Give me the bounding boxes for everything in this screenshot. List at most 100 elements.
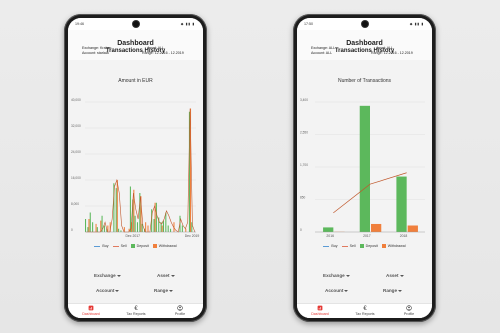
chevron-down-icon [169, 289, 174, 292]
y-tick-label: 8,000 [71, 202, 79, 206]
nav-tax-label: Tax Reports [126, 312, 146, 316]
nav-profile[interactable]: Profile [389, 305, 429, 316]
deposit-bar [396, 176, 407, 232]
header: Dashboard Transactions History [68, 30, 203, 60]
deposit-bar [129, 186, 131, 232]
deposit-bar [323, 227, 334, 232]
deposit-bar [120, 230, 122, 232]
asset-filter-label: Asset [386, 273, 399, 278]
euro-icon: € [363, 306, 367, 311]
chevron-down-icon [116, 274, 121, 277]
legend-item-buy: Buy [323, 244, 338, 248]
legend-item-withdrawal: Withdrawal [152, 244, 177, 249]
legend-swatch [359, 244, 364, 249]
deposit-bar [89, 212, 91, 232]
svg-text:€: € [134, 306, 138, 311]
range-filter[interactable]: Range [154, 288, 174, 293]
asset-filter-label: Asset [157, 273, 170, 278]
deposit-bar [359, 105, 370, 232]
system-nav [68, 317, 203, 318]
asset-filter[interactable]: Asset [386, 273, 404, 278]
deposit-bar [181, 225, 183, 232]
y-tick-label: 850 [300, 196, 306, 200]
chart-legend: Buy Sell Deposit Withdrawal [297, 244, 432, 249]
exchange-filter[interactable]: Exchange [323, 273, 350, 278]
exchange-filter-label: Exchange [94, 273, 116, 278]
profile-icon [177, 305, 183, 311]
chart-legend: Buy Sell Deposit Withdrawal [68, 244, 203, 249]
legend-swatch [341, 245, 348, 247]
header: Dashboard Transactions History [297, 30, 432, 60]
legend-item-deposit: Deposit [359, 244, 378, 249]
exchange-info: Exchange: Kraken [82, 46, 112, 50]
legend-item-deposit: Deposit [130, 244, 149, 249]
range-filter-label: Range [383, 288, 398, 293]
deposit-bar [136, 222, 139, 232]
chevron-down-icon [344, 289, 349, 292]
y-tick-label: 2,550 [300, 131, 308, 135]
account-filter[interactable]: Account [325, 288, 349, 293]
exchange-filter[interactable]: Exchange [94, 273, 121, 278]
legend-label: Deposit [136, 244, 149, 248]
nav-dashboard[interactable]: Dashboard [300, 305, 340, 316]
account-filter[interactable]: Account [96, 288, 120, 293]
nav-tax-reports[interactable]: € Tax Reports [116, 305, 156, 316]
bottom-nav: Dashboard € Tax Reports Profile [68, 303, 203, 318]
account-filter-label: Account [96, 288, 115, 293]
y-tick-label: 32,000 [71, 124, 81, 128]
deposit-bar [115, 188, 117, 232]
nav-tax-reports[interactable]: € Tax Reports [345, 305, 385, 316]
withdrawal-bar [116, 180, 118, 232]
deposit-bar [155, 202, 157, 232]
status-icons: ◆ ▮▮ ▮ [409, 22, 424, 26]
legend-label: Sell [120, 244, 127, 248]
system-nav [297, 317, 432, 318]
nav-profile[interactable]: Profile [160, 305, 200, 316]
withdrawal-bar [95, 223, 97, 232]
y-tick-label: 0 [71, 228, 73, 232]
legend-label: Sell [349, 244, 356, 248]
deposit-bar [85, 219, 87, 232]
asset-filter[interactable]: Asset [157, 273, 175, 278]
dashboard-icon [88, 305, 94, 311]
withdrawal-bar [161, 225, 163, 232]
range-filter[interactable]: Range [383, 288, 403, 293]
legend-label: Buy [331, 244, 338, 248]
deposit-bar [87, 227, 89, 232]
phone-right: 17:50 ◆ ▮▮ ▮ Dashboard Transactions Hist… [293, 14, 436, 322]
screen: 19:46 ◆ ▮▮ ▮ Dashboard Transactions Hist… [68, 18, 203, 318]
deposit-bar [170, 228, 172, 232]
y-tick-label: 16,000 [71, 176, 81, 180]
y-tick-label: 3,400 [300, 98, 308, 102]
legend-swatch [130, 244, 135, 249]
withdrawal-bar [145, 222, 147, 232]
exchange-filter-label: Exchange [323, 273, 345, 278]
deposit-bar [118, 228, 120, 232]
legend-item-withdrawal: Withdrawal [381, 244, 406, 249]
legend-swatch [381, 244, 386, 249]
deposit-bar [96, 227, 98, 232]
chevron-down-icon [345, 274, 350, 277]
nav-profile-label: Profile [403, 312, 415, 316]
bottom-nav: Dashboard € Tax Reports Profile [297, 303, 432, 318]
deposit-bar [103, 225, 105, 232]
legend-label: Withdrawal [158, 244, 177, 248]
asset-info: Asset: ALL [147, 46, 165, 50]
range-filter-label: Range [154, 288, 169, 293]
profile-icon [406, 305, 412, 311]
x-tick-label: 2018 [400, 234, 408, 238]
y-tick-label: 24,000 [71, 150, 81, 154]
account-info: Account: starlala [82, 51, 109, 55]
chevron-down-icon [398, 289, 403, 292]
legend-item-sell: Sell [112, 244, 127, 248]
deposit-bar [153, 219, 155, 232]
legend-label: Withdrawal [387, 244, 406, 248]
status-time: 19:46 [75, 22, 84, 26]
status-icons: ◆ ▮▮ ▮ [180, 22, 195, 26]
account-filter-label: Account [325, 288, 344, 293]
legend-swatch [152, 244, 157, 249]
chevron-down-icon [170, 274, 175, 277]
amount-chart: 40,000 32,000 24,000 16,000 8,000 0 Dec 2017 De… [71, 98, 199, 238]
nav-dashboard[interactable]: Dashboard [71, 305, 111, 316]
legend-swatch [94, 245, 101, 247]
